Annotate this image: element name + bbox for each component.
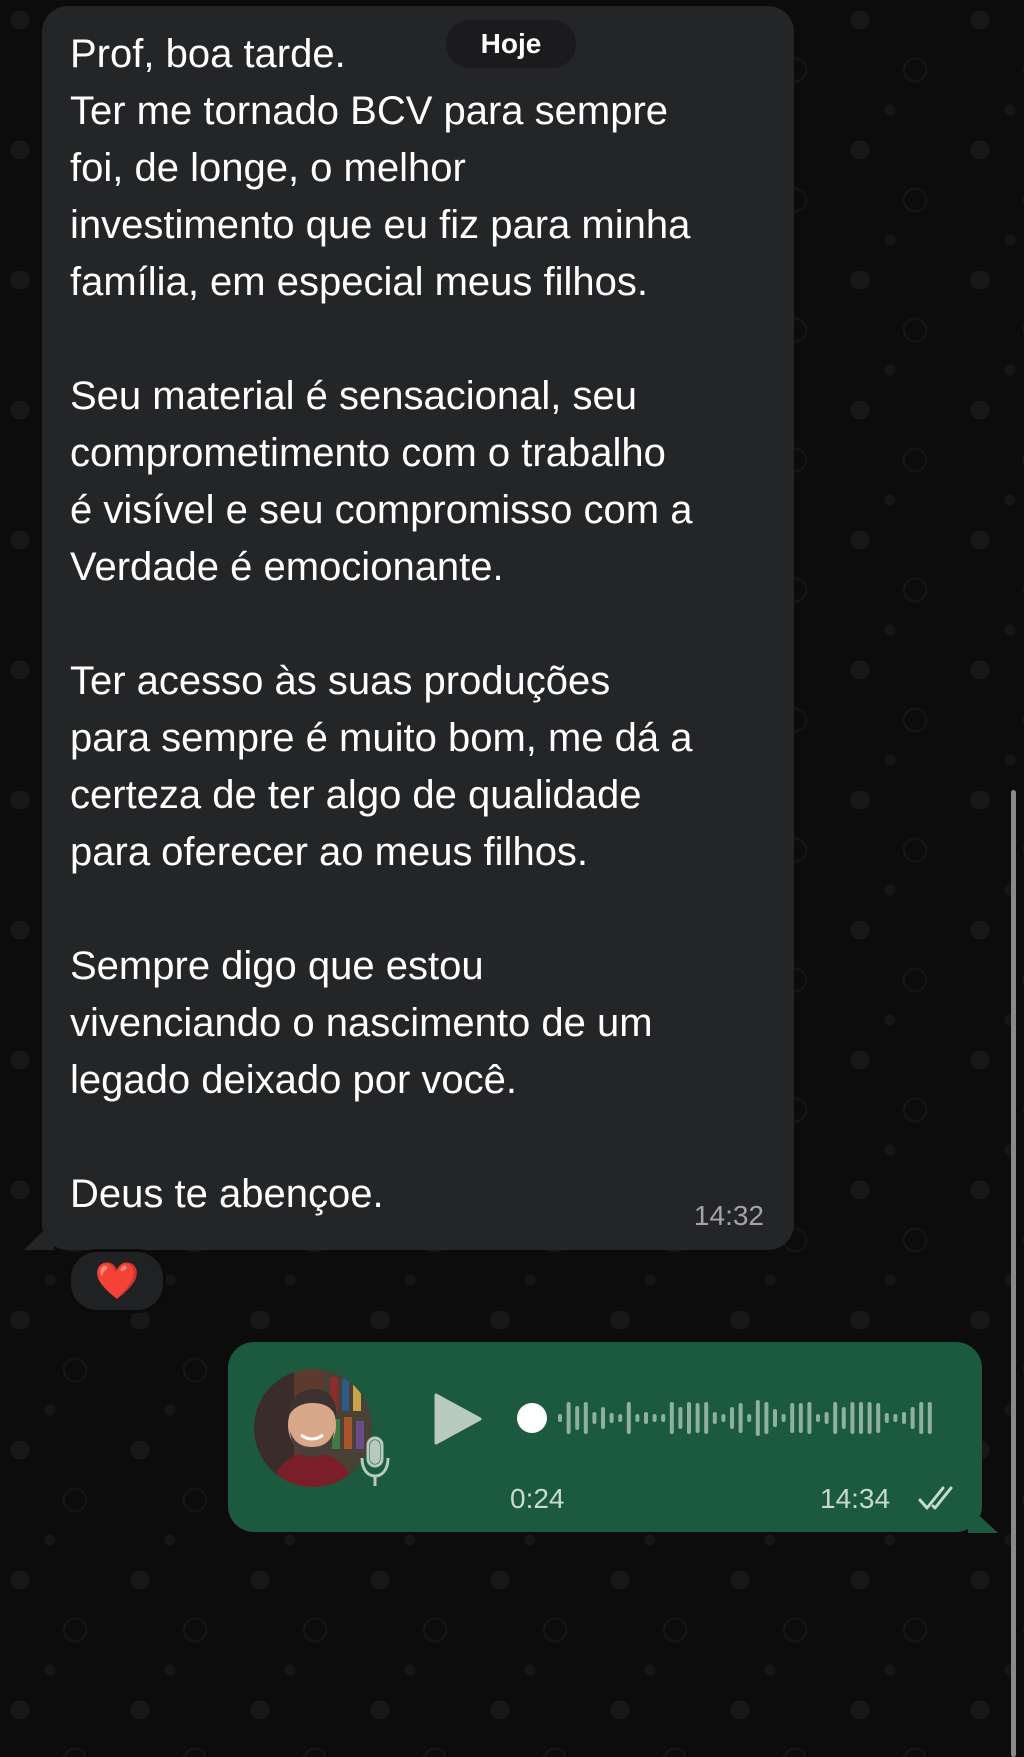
incoming-message-time: 14:32 — [693, 1200, 764, 1231]
waveform-bar — [575, 1406, 580, 1430]
waveform-bar — [919, 1402, 924, 1434]
heart-reaction-icon: ❤️ — [94, 1260, 140, 1301]
waveform-bar — [669, 1402, 674, 1434]
waveform-bar — [867, 1402, 872, 1434]
waveform-bar — [730, 1407, 734, 1429]
waveform-bar — [704, 1402, 709, 1434]
waveform-bar — [773, 1409, 777, 1427]
incoming-message-bubble[interactable]: Prof, boa tarde. Ter me tornado BCV para… — [42, 6, 794, 1250]
date-separator: Hoje — [446, 20, 576, 68]
playhead-knob[interactable] — [517, 1403, 547, 1433]
waveform-bar — [721, 1414, 726, 1422]
waveform-bar — [927, 1402, 932, 1434]
microphone-icon — [360, 1436, 390, 1486]
waveform-bar — [807, 1402, 812, 1434]
waveform-bar — [902, 1412, 906, 1424]
waveform-bar — [687, 1402, 691, 1434]
waveform-bar — [781, 1414, 786, 1422]
waveform-bar — [695, 1403, 700, 1433]
reaction-badge[interactable]: ❤️ — [68, 1249, 166, 1313]
waveform-bar — [738, 1403, 743, 1433]
waveform-bar — [833, 1402, 838, 1434]
waveform-bar — [558, 1414, 562, 1422]
waveform-bar — [566, 1402, 571, 1434]
waveform-bar — [893, 1414, 898, 1422]
waveform-bar — [859, 1402, 863, 1434]
waveform-bar — [652, 1414, 657, 1422]
waveform-bar — [609, 1413, 614, 1423]
waveform-bar — [816, 1414, 820, 1422]
double-check-icon — [918, 1486, 953, 1510]
incoming-message-text: Prof, boa tarde. Ter me tornado BCV para… — [70, 32, 693, 1216]
waveform-bar — [824, 1412, 829, 1424]
waveform-bar — [755, 1400, 760, 1436]
avatar[interactable] — [254, 1369, 372, 1487]
outgoing-message-time: 14:34 — [820, 1483, 891, 1514]
voice-duration: 0:24 — [510, 1483, 565, 1514]
waveform-bar — [626, 1402, 631, 1434]
waveform-bar — [798, 1403, 803, 1433]
waveform-bar — [618, 1414, 623, 1422]
waveform-bar — [790, 1403, 795, 1433]
waveform-bar — [678, 1407, 683, 1429]
waveform-bar — [601, 1407, 605, 1429]
waveform-bar — [910, 1407, 915, 1429]
waveform-bar — [850, 1402, 855, 1434]
waveform-bar — [712, 1412, 717, 1424]
waveform-bar — [592, 1412, 597, 1424]
waveform-bar — [764, 1402, 769, 1434]
audio-waveform[interactable] — [514, 1390, 934, 1446]
waveform-bar — [644, 1412, 648, 1424]
waveform-bar — [876, 1403, 881, 1433]
waveform-bar — [841, 1407, 846, 1429]
waveform-bar — [635, 1414, 640, 1422]
scrollbar[interactable] — [1011, 790, 1016, 1757]
waveform-bar — [583, 1402, 588, 1434]
play-button[interactable] — [432, 1391, 484, 1447]
waveform-bar — [747, 1414, 752, 1422]
waveform-bar — [661, 1414, 666, 1422]
waveform-bar — [884, 1413, 889, 1423]
